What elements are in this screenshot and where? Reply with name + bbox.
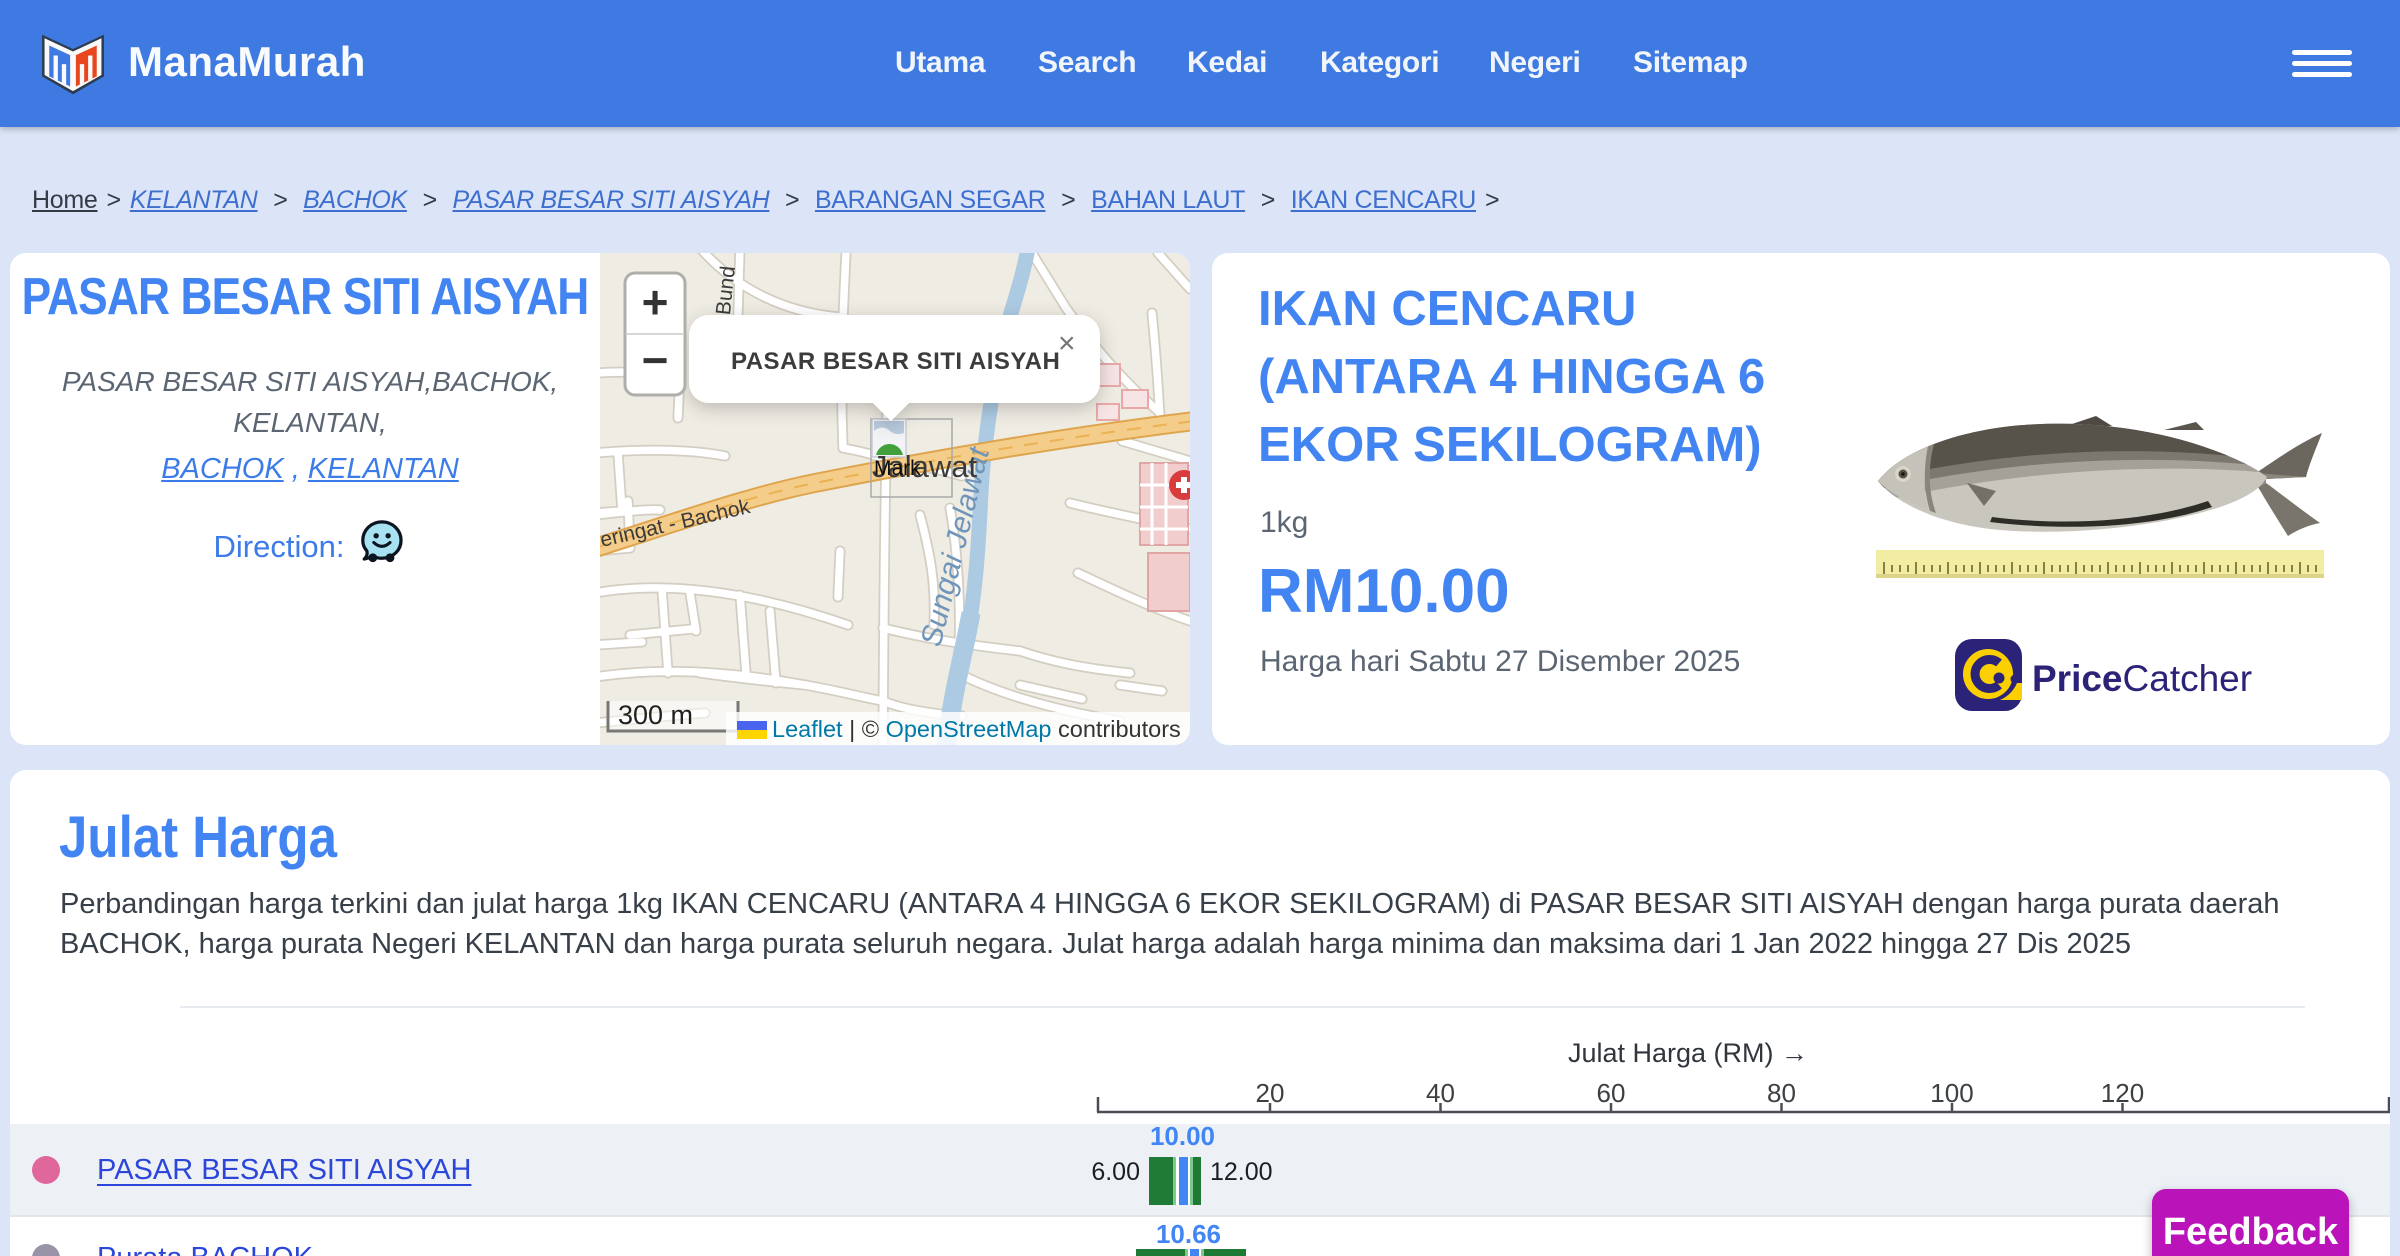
svg-text:+: + [642,276,669,328]
svg-text:Mark: Mark [874,457,921,480]
svg-text:Leaflet | © OpenStreetMap cont: Leaflet | © OpenStreetMap contributors [772,716,1181,742]
svg-text:×: × [1058,327,1076,360]
svg-text:PriceCatcher: PriceCatcher [2032,658,2252,699]
svg-text:−: − [642,334,669,386]
svg-text:PASAR BESAR SITI AISYAH: PASAR BESAR SITI AISYAH [731,348,1060,375]
svg-text:300 m: 300 m [618,700,693,730]
